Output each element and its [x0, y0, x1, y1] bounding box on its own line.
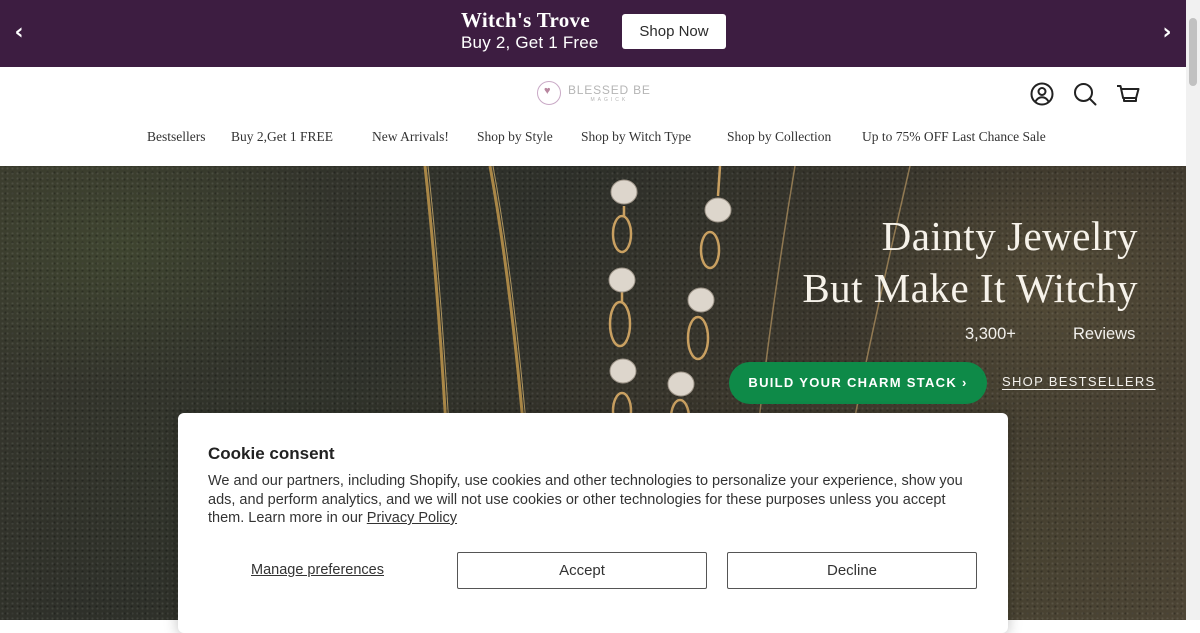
search-icon[interactable] — [1072, 81, 1098, 107]
shop-now-button[interactable]: Shop Now — [622, 14, 726, 49]
cart-icon[interactable] — [1115, 81, 1141, 107]
page-scrollbar[interactable] — [1186, 0, 1200, 620]
reviews-count: 3,300+ — [965, 325, 1016, 343]
cookie-body-text: We and our partners, including Shopify, … — [208, 473, 963, 526]
decline-button[interactable]: Decline — [727, 552, 977, 589]
build-charm-stack-button[interactable]: BUILD YOUR CHARM STACK › — [729, 362, 987, 404]
nav-item-shop-by-style[interactable]: Shop by Style — [477, 129, 553, 145]
manage-preferences-link[interactable]: Manage preferences — [251, 562, 384, 578]
hero-headline-line-2: But Make It Witchy — [802, 265, 1138, 311]
previous-arrow-icon[interactable]: ‹ — [6, 20, 32, 46]
shop-bestsellers-link[interactable]: SHOP BESTSELLERS — [1002, 374, 1156, 389]
hero-headline: Dainty Jewelry But Make It Witchy — [802, 210, 1138, 314]
accept-button[interactable]: Accept — [457, 552, 707, 589]
nav-item-last-chance-sale[interactable]: Up to 75% OFF Last Chance Sale — [862, 129, 1046, 145]
privacy-policy-link[interactable]: Privacy Policy — [367, 510, 457, 526]
announcement-title: Witch's Trove — [461, 8, 590, 32]
announcement-subtitle: Buy 2, Get 1 Free — [461, 33, 599, 52]
logo-subtext: MAGICK — [590, 96, 629, 103]
logo-mark-icon — [537, 81, 561, 105]
announcement-bar: ‹ Witch's Trove Buy 2, Get 1 Free Shop N… — [0, 0, 1186, 67]
nav-item-shop-by-witch-type[interactable]: Shop by Witch Type — [581, 129, 691, 145]
site-header: BLESSED BE MAGICK Bestsellers Buy 2,Get … — [0, 67, 1186, 166]
reviews-label: Reviews — [1073, 325, 1136, 343]
cookie-body: We and our partners, including Shopify, … — [208, 472, 978, 528]
site-logo[interactable]: BLESSED BE MAGICK — [537, 80, 651, 106]
scrollbar-thumb[interactable] — [1189, 18, 1197, 86]
nav-item-new-arrivals[interactable]: New Arrivals! — [372, 129, 449, 145]
nav-item-shop-by-collection[interactable]: Shop by Collection — [727, 129, 831, 145]
account-icon[interactable] — [1029, 81, 1055, 107]
logo-text: BLESSED BE — [568, 82, 651, 97]
hero-headline-line-1: Dainty Jewelry — [881, 213, 1138, 259]
next-arrow-icon[interactable]: › — [1154, 20, 1180, 46]
cookie-consent-dialog: Cookie consent We and our partners, incl… — [178, 413, 1008, 633]
nav-item-bestsellers[interactable]: Bestsellers — [147, 129, 206, 145]
nav-item-buy-2-get-1-free[interactable]: Buy 2,Get 1 FREE — [231, 129, 333, 145]
cookie-title: Cookie consent — [208, 444, 335, 463]
main-navigation: Bestsellers Buy 2,Get 1 FREE New Arrival… — [0, 129, 1186, 149]
